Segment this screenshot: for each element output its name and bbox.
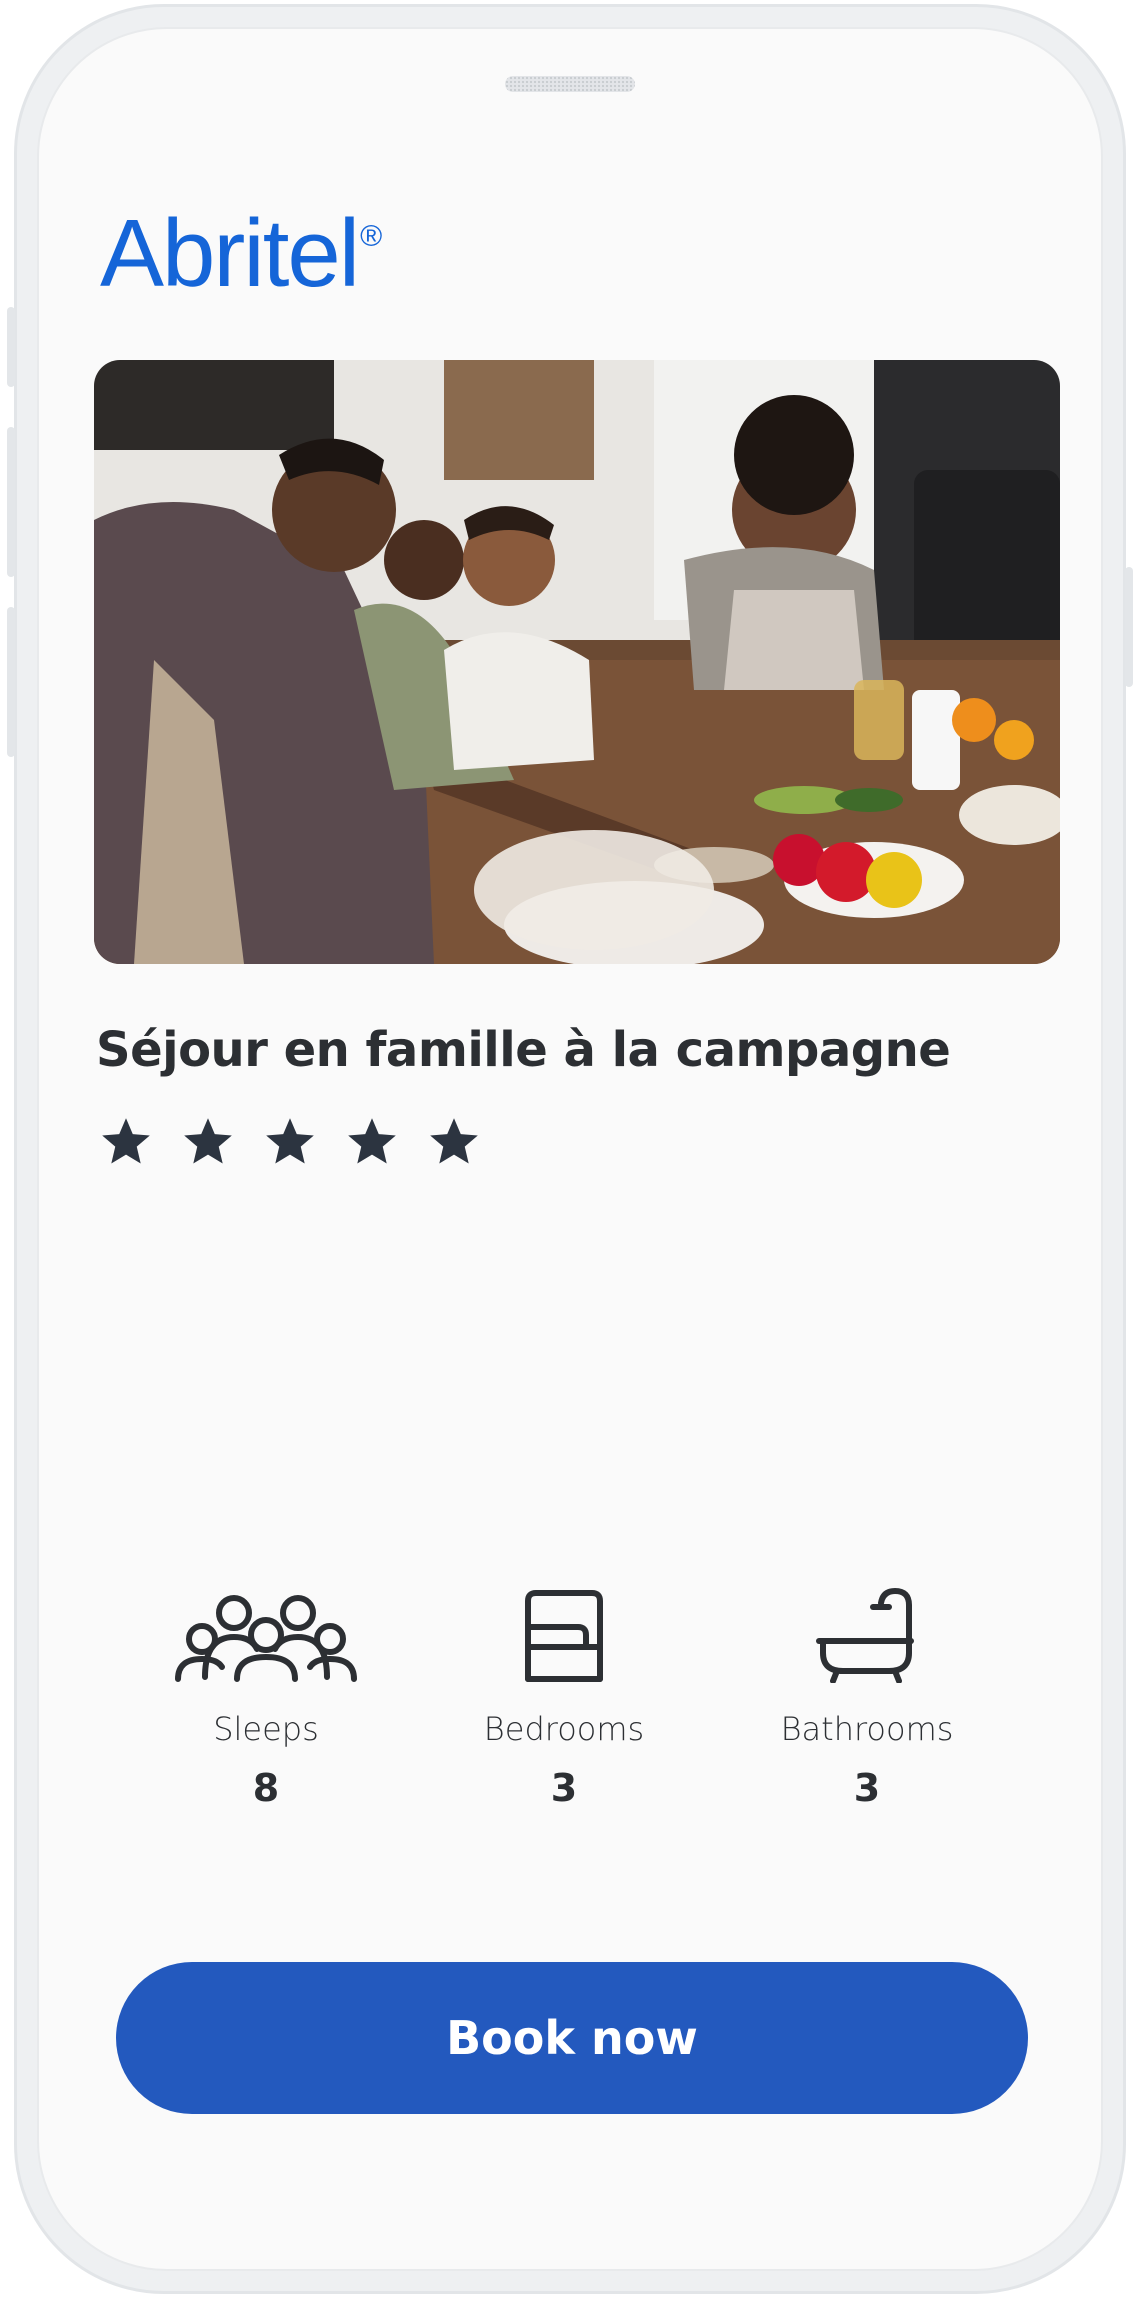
sleeps-value: 8 bbox=[252, 1766, 280, 1810]
star-icon bbox=[102, 1118, 150, 1164]
star-icon bbox=[266, 1118, 314, 1164]
amenity-bathrooms: Bathrooms 3 bbox=[747, 1580, 987, 1810]
mute-switch bbox=[7, 307, 15, 387]
registered-mark: ® bbox=[360, 220, 383, 253]
bed-icon bbox=[525, 1590, 603, 1682]
bedrooms-value: 3 bbox=[550, 1766, 578, 1810]
listing-photo[interactable] bbox=[94, 360, 1060, 964]
abritel-logo[interactable]: Abritel® bbox=[100, 206, 382, 302]
listing-title: Séjour en famille à la campagne bbox=[96, 1022, 951, 1078]
bathtub-icon bbox=[816, 1588, 914, 1683]
sleeps-label: Sleeps bbox=[213, 1710, 319, 1748]
star-icon bbox=[430, 1118, 478, 1164]
star-icon bbox=[184, 1118, 232, 1164]
power-button bbox=[1125, 567, 1133, 687]
people-icon bbox=[175, 1595, 357, 1682]
volume-down-button bbox=[7, 607, 15, 757]
star-icon bbox=[348, 1118, 396, 1164]
speaker-grille bbox=[505, 76, 635, 92]
rating-stars bbox=[98, 1114, 482, 1170]
volume-up-button bbox=[7, 427, 15, 577]
book-now-button[interactable]: Book now bbox=[116, 1962, 1028, 2114]
amenity-sleeps: Sleeps 8 bbox=[146, 1580, 386, 1810]
bedrooms-label: Bedrooms bbox=[483, 1710, 645, 1748]
bathrooms-label: Bathrooms bbox=[780, 1710, 954, 1748]
bathrooms-value: 3 bbox=[853, 1766, 881, 1810]
family-cooking-kitchen-photo bbox=[94, 360, 1060, 964]
amenity-bedrooms: Bedrooms 3 bbox=[444, 1580, 684, 1810]
logo-text: Abritel bbox=[100, 200, 360, 307]
